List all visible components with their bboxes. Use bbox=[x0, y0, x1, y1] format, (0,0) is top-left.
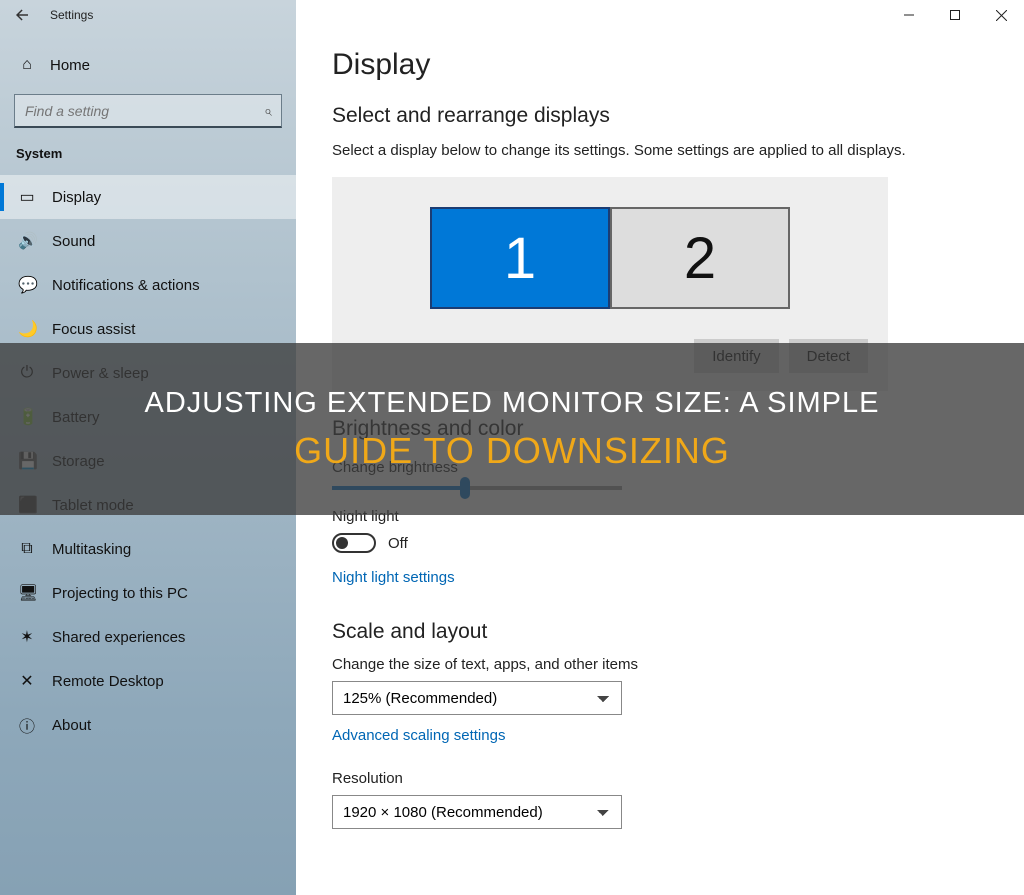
maximize-icon bbox=[950, 10, 960, 20]
sidebar-item-label: Shared experiences bbox=[52, 629, 185, 646]
maximize-button[interactable] bbox=[932, 0, 978, 30]
focus-assist-icon: 🌙 bbox=[18, 319, 36, 339]
back-button[interactable] bbox=[0, 0, 44, 30]
window-title: Settings bbox=[44, 8, 93, 22]
projecting-icon: 🖥 bbox=[18, 583, 36, 603]
sidebar-item-label: About bbox=[52, 717, 91, 734]
sidebar-item-label: Sound bbox=[52, 233, 95, 250]
notifications-icon: 💬 bbox=[18, 275, 36, 295]
home-label: Home bbox=[50, 57, 90, 74]
scale-heading: Scale and layout bbox=[332, 620, 988, 644]
resolution-label: Resolution bbox=[332, 770, 988, 787]
shared-experiences-icon: ✶ bbox=[18, 627, 36, 647]
sidebar-item-about[interactable]: ⓘ About bbox=[0, 703, 296, 747]
rearrange-heading: Select and rearrange displays bbox=[332, 104, 988, 128]
about-icon: ⓘ bbox=[18, 713, 36, 737]
section-label: System bbox=[0, 142, 296, 175]
toggle-knob bbox=[336, 537, 348, 549]
monitor-2[interactable]: 2 bbox=[610, 207, 790, 309]
sidebar-item-label: Projecting to this PC bbox=[52, 585, 188, 602]
close-icon bbox=[996, 10, 1007, 21]
minimize-button[interactable] bbox=[886, 0, 932, 30]
page-title: Display bbox=[332, 48, 988, 82]
sidebar-item-label: Multitasking bbox=[52, 541, 131, 558]
rearrange-text: Select a display below to change its set… bbox=[332, 142, 988, 159]
sidebar-item-notifications[interactable]: 💬 Notifications & actions bbox=[0, 263, 296, 307]
back-arrow-icon bbox=[13, 6, 31, 24]
sidebar-item-shared-experiences[interactable]: ✶ Shared experiences bbox=[0, 615, 296, 659]
banner-line-2: GUIDE TO DOWNSIZING bbox=[294, 430, 730, 472]
sidebar-item-label: Remote Desktop bbox=[52, 673, 164, 690]
night-light-settings-link[interactable]: Night light settings bbox=[332, 569, 455, 586]
advanced-scaling-link[interactable]: Advanced scaling settings bbox=[332, 727, 505, 744]
minimize-icon bbox=[904, 10, 914, 20]
remote-desktop-icon: ✕ bbox=[18, 671, 36, 691]
sidebar-item-label: Notifications & actions bbox=[52, 277, 200, 294]
home-icon: ⌂ bbox=[18, 56, 36, 74]
close-button[interactable] bbox=[978, 0, 1024, 30]
sidebar-item-display[interactable]: ▭ Display bbox=[0, 175, 296, 219]
monitor-1[interactable]: 1 bbox=[430, 207, 610, 309]
sidebar-item-remote-desktop[interactable]: ✕ Remote Desktop bbox=[0, 659, 296, 703]
sound-icon: 🔊 bbox=[18, 231, 36, 251]
search-icon: ⌕ bbox=[264, 103, 272, 120]
display-icon: ▭ bbox=[18, 187, 36, 207]
banner-line-1: ADJUSTING EXTENDED MONITOR SIZE: A SIMPL… bbox=[145, 387, 880, 420]
multitasking-icon: ⧉ bbox=[18, 540, 36, 558]
article-banner-overlay: ADJUSTING EXTENDED MONITOR SIZE: A SIMPL… bbox=[0, 343, 1024, 515]
scale-label: Change the size of text, apps, and other… bbox=[332, 656, 988, 673]
resolution-select[interactable]: 1920 × 1080 (Recommended) bbox=[332, 795, 622, 829]
sidebar-item-sound[interactable]: 🔊 Sound bbox=[0, 219, 296, 263]
sidebar-item-label: Focus assist bbox=[52, 321, 135, 338]
sidebar-item-multitasking[interactable]: ⧉ Multitasking bbox=[0, 527, 296, 571]
search-input[interactable] bbox=[14, 94, 282, 128]
night-light-toggle[interactable] bbox=[332, 533, 376, 553]
night-light-state: Off bbox=[388, 535, 408, 552]
scale-select[interactable]: 125% (Recommended) bbox=[332, 681, 622, 715]
sidebar-item-projecting[interactable]: 🖥 Projecting to this PC bbox=[0, 571, 296, 615]
home-nav[interactable]: ⌂ Home bbox=[0, 44, 296, 86]
sidebar-item-label: Display bbox=[52, 189, 101, 206]
